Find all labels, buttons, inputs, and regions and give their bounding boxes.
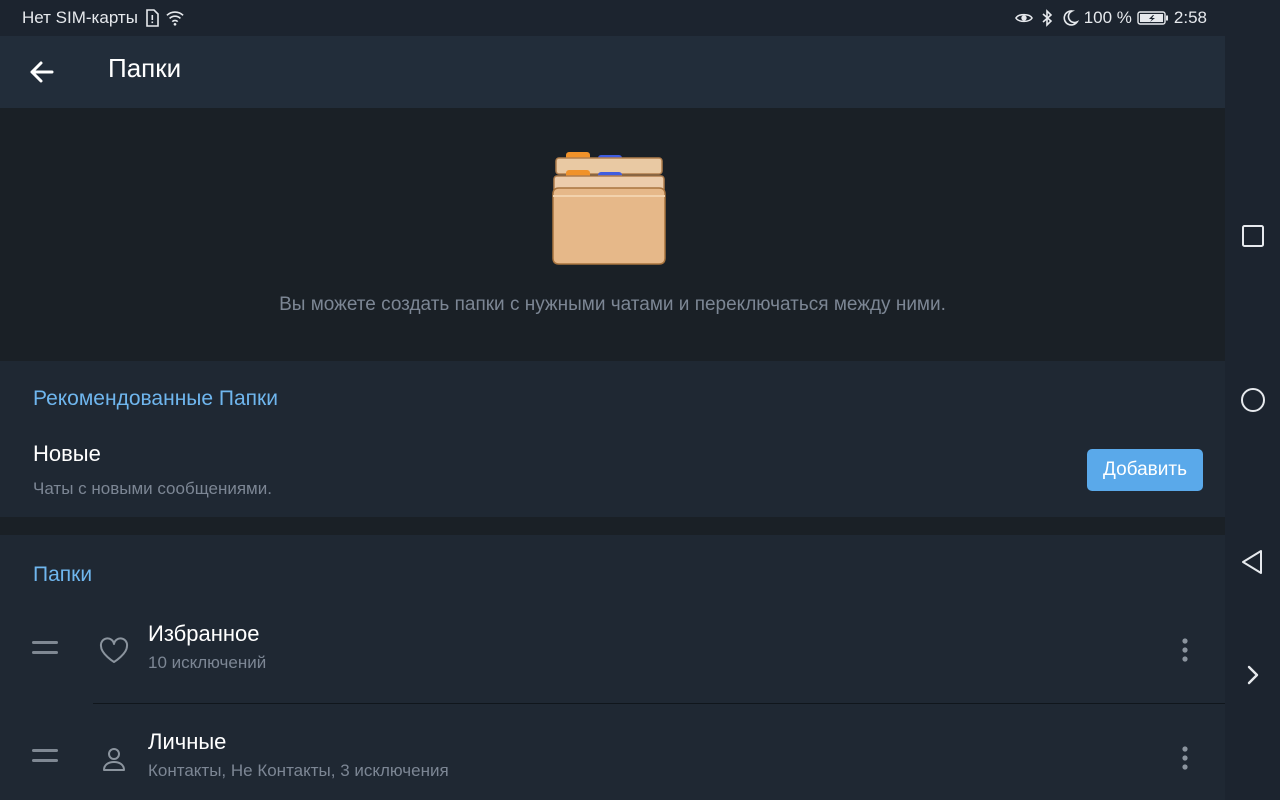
drag-handle-icon[interactable] <box>32 641 58 657</box>
folder-name: Избранное <box>148 621 260 646</box>
folder-subtitle: 10 исключений <box>148 653 267 672</box>
wifi-icon <box>166 11 184 26</box>
chevron-right-icon[interactable] <box>1237 659 1269 691</box>
moon-icon <box>1063 10 1079 26</box>
more-vert-icon[interactable] <box>1172 635 1198 665</box>
divider <box>93 703 1225 704</box>
intro-description: Вы можете создать папки с нужными чатами… <box>279 294 946 315</box>
carrier-text: Нет SIM-карты <box>22 8 138 27</box>
bluetooth-icon <box>1042 9 1052 27</box>
top-app-bar: Папки <box>0 36 1225 108</box>
add-folder-button[interactable]: Добавить <box>1087 449 1203 491</box>
circle-home-icon[interactable] <box>1237 384 1269 416</box>
system-nav-bar <box>1225 0 1280 800</box>
clock: 2:58 <box>1173 8 1207 27</box>
section-header: Рекомендованные Папки <box>33 387 278 410</box>
triangle-back-icon[interactable] <box>1237 546 1269 578</box>
recommended-folders-section: Рекомендованные Папки Новые Чаты с новым… <box>0 361 1225 517</box>
folder-item-personal[interactable]: Личные Контакты, Не Контакты, 3 исключен… <box>0 705 1225 800</box>
folders-intro: Вы можете создать папки с нужными чатами… <box>0 108 1225 361</box>
folders-section: Папки Избранное 10 исключений Личные Кон… <box>0 535 1225 800</box>
recommended-folder-title: Новые <box>33 441 101 466</box>
section-header: Папки <box>33 563 93 586</box>
status-left: Нет SIM-карты <box>22 8 184 28</box>
folder-item-favorites[interactable]: Избранное 10 исключений <box>0 597 1225 705</box>
battery-icon <box>1137 11 1168 25</box>
sim-icon <box>146 9 159 27</box>
heart-icon <box>99 637 129 663</box>
user-icon <box>103 748 125 771</box>
status-right: 100 % 2:58 <box>1014 8 1207 28</box>
battery-percent: 100 % <box>1083 8 1132 27</box>
recommended-folder-subtitle: Чаты с новыми сообщениями. <box>33 479 272 498</box>
page-title: Папки <box>108 53 182 83</box>
square-recents-icon[interactable] <box>1237 220 1269 252</box>
drag-handle-icon[interactable] <box>32 749 58 765</box>
status-bar: Нет SIM-карты 100 % 2:58 <box>0 0 1225 36</box>
more-vert-icon[interactable] <box>1172 743 1198 773</box>
app: Нет SIM-карты 100 % 2:58 Папки Вы можете… <box>0 0 1225 800</box>
folders-illustration-icon <box>552 152 666 265</box>
folder-name: Личные <box>148 729 227 754</box>
back-button[interactable] <box>24 54 60 90</box>
eye-icon <box>1014 13 1033 23</box>
folder-subtitle: Контакты, Не Контакты, 3 исключения <box>148 761 449 780</box>
